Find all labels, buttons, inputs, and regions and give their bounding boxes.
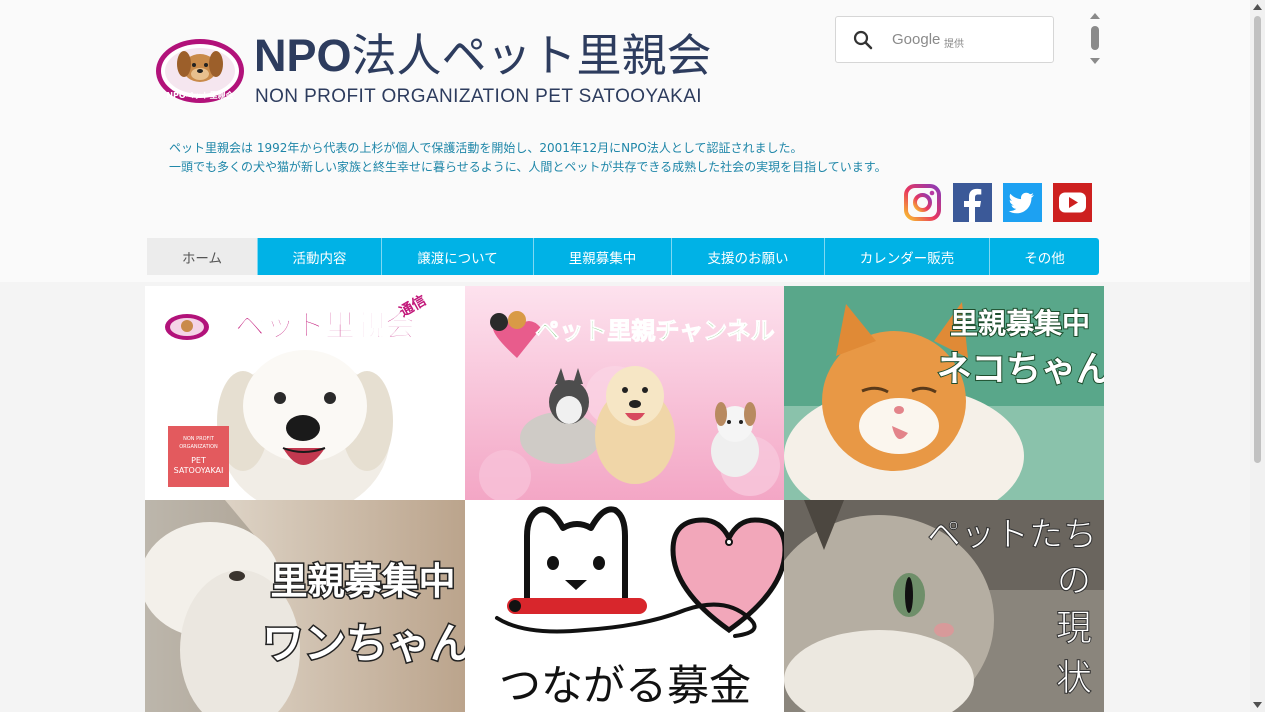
logo-badge[interactable]: NPOペット里親会 [155, 38, 245, 104]
tile-newsletter-card-3: PET [191, 456, 206, 465]
page-scrollbar[interactable] [1250, 0, 1265, 712]
tile-dog-line-2: ワンちゃん [262, 619, 465, 668]
main-nav: ホーム 活動内容 譲渡について 里親募集中 支援のお願い カレンダー販売 その他 [147, 238, 1099, 275]
nav-calendar-sales[interactable]: カレンダー販売 [825, 238, 990, 275]
nav-adoption[interactable]: 譲渡について [382, 238, 534, 275]
google-brand: Google [892, 31, 941, 48]
tile-newsletter[interactable]: ペット里親会 通信 NON PROFIT ORGANIZATION PET SA… [145, 286, 465, 500]
nav-activities[interactable]: 活動内容 [258, 238, 382, 275]
logo-text: NPOペット里親会 [166, 90, 233, 100]
scroll-down-arrow-icon[interactable] [1253, 702, 1262, 708]
tile-channel[interactable]: ペット里親チャンネル [465, 286, 784, 500]
tile-donation-title: つながる募金 [499, 661, 751, 710]
tile-newsletter-card-2: ORGANIZATION [179, 444, 218, 450]
google-provided: 提供 [944, 39, 964, 50]
tile-situation-line-1: ペットたち [927, 515, 1097, 555]
scroll-up-arrow-icon[interactable] [1253, 4, 1262, 10]
intro-line-1: ペット里親会は 1992年から代表の上杉が個人で保護活動を開始し、2001年12… [169, 141, 803, 155]
youtube-icon[interactable] [1053, 183, 1092, 222]
tile-situation-line-3: 現 [1056, 608, 1092, 649]
tile-cat-line-1: 里親募集中 [950, 307, 1090, 340]
intro-line-2: 一頭でも多くの犬や猫が新しい家族と終生幸せに暮らせるように、人間とペットが共存で… [169, 160, 887, 174]
tile-newsletter-card-1: NON PROFIT [183, 436, 215, 442]
scrollbar-thumb[interactable] [1254, 16, 1261, 463]
tile-dog-recruiting[interactable]: 里親募集中 ワンちゃん [145, 500, 465, 712]
intro-text: ペット里親会は 1992年から代表の上杉が個人で保護活動を開始し、2001年12… [169, 139, 887, 177]
site-title[interactable]: NPO法人ペット里親会 [254, 28, 712, 84]
nav-other[interactable]: その他 [990, 238, 1099, 275]
tile-situation-line-2: の [1057, 561, 1091, 601]
tile-newsletter-card-4: SATOOYAKAI [174, 466, 224, 475]
tile-donation[interactable]: つながる募金 [465, 500, 784, 712]
tile-channel-title: ペット里親チャンネル [535, 317, 774, 345]
site-title-npo: NPO [254, 30, 352, 81]
search-box[interactable]: Google 提供 [835, 16, 1054, 63]
tile-cat-line-2: ネコちゃん [937, 350, 1104, 390]
nav-support-request[interactable]: 支援のお願い [672, 238, 825, 275]
site-title-name: 法人ペット里親会 [351, 29, 712, 82]
facebook-icon[interactable] [953, 183, 992, 222]
tile-newsletter-title: ペット里親会 [235, 309, 415, 344]
nav-home[interactable]: ホーム [147, 238, 258, 275]
header-mini-scrollbar[interactable] [1089, 12, 1101, 68]
site-subtitle: NON PROFIT ORGANIZATION PET SATOOYAKAI [255, 86, 702, 107]
tile-pet-situation[interactable]: ペットたち の 現 状 [784, 500, 1104, 712]
twitter-icon[interactable] [1003, 183, 1042, 222]
search-icon[interactable] [853, 30, 873, 50]
nav-foster-recruiting[interactable]: 里親募集中 [534, 238, 672, 275]
instagram-icon[interactable] [903, 183, 942, 222]
tile-situation-line-4: 状 [1056, 658, 1092, 699]
tile-dog-line-1: 里親募集中 [271, 560, 456, 603]
tile-cat-recruiting[interactable]: 里親募集中 ネコちゃん [784, 286, 1104, 500]
